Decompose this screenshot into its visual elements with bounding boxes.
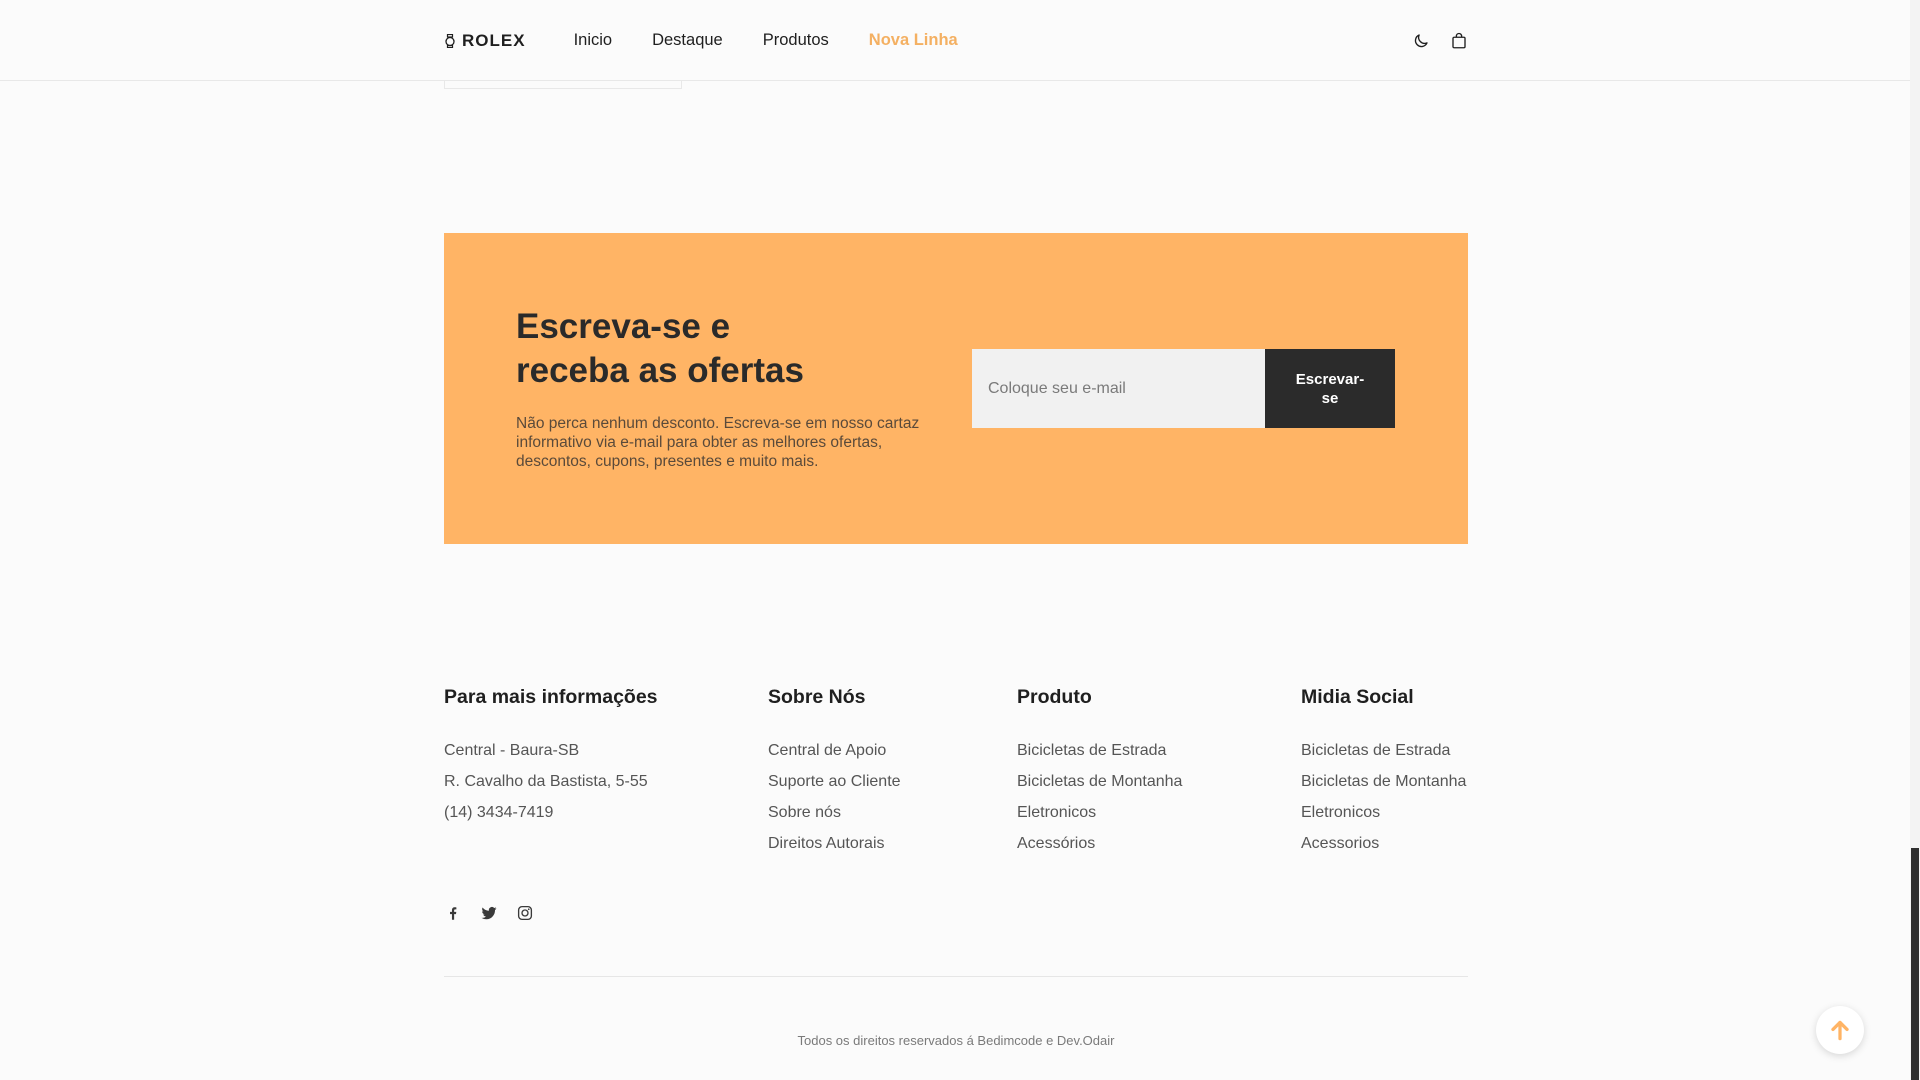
main-nav: Inicio Destaque Produtos Nova Linha (574, 31, 958, 50)
twitter-icon[interactable] (480, 904, 498, 922)
social-links (444, 904, 534, 922)
watch-icon (445, 33, 455, 48)
footer-column-product: Produto Bicicletas de Estrada Bicicletas… (1017, 686, 1182, 859)
subscribe-button[interactable]: Escrevar- se (1265, 349, 1395, 428)
arrow-up-icon (1831, 1020, 1849, 1041)
footer-column-title: Produto (1017, 686, 1092, 708)
scroll-top-button[interactable] (1816, 1006, 1864, 1054)
newsletter-form: Escrevar- se (972, 349, 1395, 428)
footer-divider (444, 976, 1468, 977)
nav-link-inicio[interactable]: Inicio (574, 31, 613, 50)
footer-link[interactable]: Eletronicos (1017, 797, 1182, 828)
footer-column-about: Sobre Nós Central de Apoio Suporte ao Cl… (768, 686, 901, 859)
footer-column-title: Sobre Nós (768, 686, 866, 708)
site-header: ROLEX Inicio Destaque Produtos Nova Linh… (0, 0, 1910, 81)
footer-link[interactable]: Eletronicos (1301, 797, 1466, 828)
moon-icon[interactable] (1412, 32, 1430, 50)
newsletter-section: Escreva-se e receba as ofertas Não perca… (444, 233, 1468, 544)
nav-link-destaque[interactable]: Destaque (652, 31, 723, 50)
footer-column-info: Para mais informações Central - Baura-SB… (444, 686, 658, 828)
footer-link[interactable]: Bicicletas de Estrada (1301, 735, 1466, 766)
footer-info-item: (14) 3434-7419 (444, 804, 554, 821)
logo-text: ROLEX (462, 30, 526, 50)
footer-info-item: Central - Baura-SB (444, 742, 580, 759)
footer-link[interactable]: Suporte ao Cliente (768, 766, 901, 797)
instagram-icon[interactable] (516, 904, 534, 922)
logo-link[interactable]: ROLEX (444, 31, 526, 51)
previous-card-edge (444, 81, 682, 89)
footer-column-title: Midia Social (1301, 686, 1414, 708)
nav-link-produtos[interactable]: Produtos (763, 31, 829, 50)
footer-link[interactable]: Acessórios (1017, 828, 1182, 859)
facebook-icon[interactable] (444, 904, 462, 922)
header-inner: ROLEX Inicio Destaque Produtos Nova Linh… (444, 0, 1468, 81)
copyright-text: Todos os direitos reservados á Bedimcode… (797, 1033, 1115, 1048)
footer-link[interactable]: Sobre nós (768, 797, 901, 828)
footer-column-title: Para mais informações (444, 686, 658, 708)
footer-column-social: Midia Social Bicicletas de Estrada Bicic… (1301, 686, 1466, 859)
footer-link[interactable]: Central de Apoio (768, 735, 901, 766)
newsletter-description: Não perca nenhum desconto. Escreva-se em… (516, 415, 920, 470)
email-input[interactable] (972, 349, 1265, 428)
footer-link[interactable]: Bicicletas de Estrada (1017, 735, 1182, 766)
newsletter-title: Escreva-se e receba as ofertas (516, 307, 804, 390)
footer-link[interactable]: Acessorios (1301, 828, 1466, 859)
footer-info-item: R. Cavalho da Bastista, 5-55 (444, 773, 648, 790)
footer-link[interactable]: Bicicletas de Montanha (1017, 766, 1182, 797)
header-actions (1412, 32, 1468, 50)
shopping-bag-icon[interactable] (1450, 32, 1468, 50)
nav-link-nova-linha[interactable]: Nova Linha (869, 31, 958, 50)
footer-link[interactable]: Direitos Autorais (768, 828, 901, 859)
footer-link[interactable]: Bicicletas de Montanha (1301, 766, 1466, 797)
scrollbar-thumb[interactable] (1911, 848, 1919, 1080)
